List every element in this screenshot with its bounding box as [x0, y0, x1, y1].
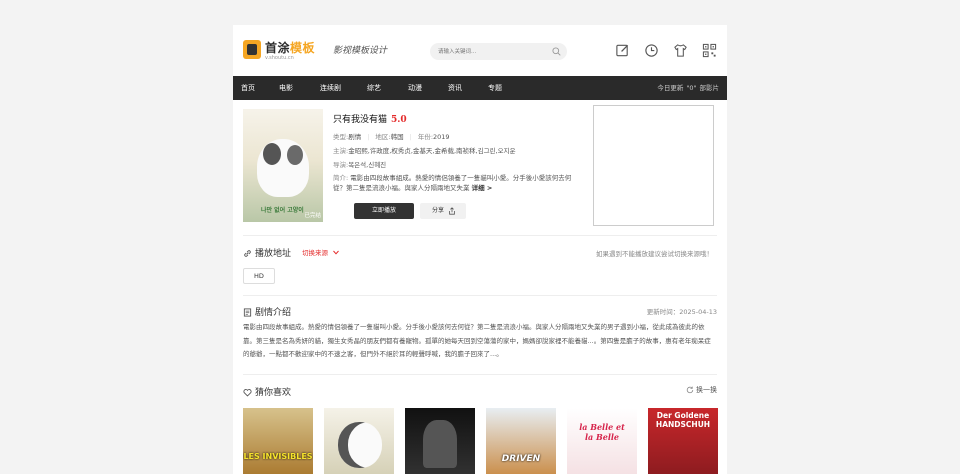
nav-item-movie[interactable]: 电影 [279, 76, 293, 100]
search-icon[interactable] [552, 47, 561, 56]
status-badge: 已完结 [304, 213, 321, 219]
synopsis-title: 剧情介绍 [243, 305, 291, 318]
today-update: 今日更新 "0" 部影片 [657, 84, 719, 92]
logo-slogan: 影视模板设计 [333, 46, 388, 56]
share-icon [449, 207, 455, 215]
logo[interactable]: 首涂模板 v.shoutu.cn 影视模板设计 [243, 39, 387, 63]
playlist-title: 播放地址 [243, 246, 291, 259]
divider [243, 295, 717, 296]
page: 首涂模板 v.shoutu.cn 影视模板设计 首页 电影 连续剧 综艺 动漫 … [233, 25, 727, 474]
recommend-item-5[interactable]: la Belle et la Belle [567, 408, 637, 474]
meta-director-links[interactable]: 복은석,신혜진 [348, 161, 386, 169]
movie-title: 只有我没有猫 [333, 115, 388, 125]
meta-year-link[interactable]: 2019 [433, 133, 450, 141]
recommend-item-label: DRIVEN [501, 454, 541, 464]
recommend-figure-art [423, 420, 457, 468]
recommend-item-6[interactable]: Der Goldene HANDSCHUH [648, 408, 718, 474]
logo-mark-icon [243, 40, 261, 59]
recommend-item-4[interactable]: DRIVEN [486, 408, 556, 474]
refresh-icon [686, 386, 694, 394]
qrcode-icon[interactable] [702, 43, 717, 58]
edit-icon[interactable] [615, 43, 630, 58]
history-clock-icon[interactable] [644, 43, 659, 58]
meta-cast-links[interactable]: 金昭熙,许政度,权秀贞,金基天,金希载,南祯秝,김그린,오지운 [348, 147, 515, 155]
recommend-item-label: LES INVISIBLES [243, 452, 313, 461]
meta-director: 导演:복은석,신혜진 [333, 161, 387, 169]
recommend-item-1[interactable]: LES INVISIBLES [243, 408, 313, 474]
meta-cast: 主演:金昭熙,许政度,权秀贞,金基天,金希载,南祯秝,김그린,오지운 [333, 147, 516, 155]
recommend-item-3[interactable] [405, 408, 475, 474]
nav-item-anime[interactable]: 动漫 [408, 76, 422, 100]
ad-box [593, 105, 714, 226]
recommend-item-label: Der Goldene HANDSCHUH [655, 411, 711, 429]
meta-type-link[interactable]: 剧情 [348, 133, 361, 141]
nav-item-news[interactable]: 资讯 [448, 76, 462, 100]
main-nav: 首页 电影 连续剧 综艺 动漫 资讯 专题 今日更新 "0" 部影片 [233, 76, 727, 100]
switch-source-dropdown[interactable]: 切换来源 [302, 247, 339, 257]
refresh-button[interactable]: 换一换 [686, 385, 717, 395]
meta-region-link[interactable]: 韩国 [391, 133, 404, 141]
nav-item-series[interactable]: 连续剧 [320, 76, 341, 100]
intro-more-link[interactable]: 详细 > [472, 184, 493, 192]
recommend-cat-art [338, 422, 382, 468]
document-icon [243, 308, 252, 317]
tshirt-icon[interactable] [673, 43, 688, 58]
divider [243, 374, 717, 375]
logo-name: 首涂模板 [265, 41, 316, 55]
poster-title: 나만 없어 고양이 [261, 207, 304, 214]
meta-intro: 简介: 電影由四段故事組成。熱愛的情侶領養了一隻貓叫小愛。分手後小愛該何去何從？… [333, 174, 572, 192]
search-input[interactable] [430, 43, 548, 60]
recommend-title: 猜你喜欢 [243, 385, 291, 398]
logo-url: v.shoutu.cn [265, 55, 294, 61]
header: 首涂模板 v.shoutu.cn 影视模板设计 [233, 25, 727, 75]
search-box [430, 43, 567, 60]
meta-basic: 类型:剧情 | 地区:韩国 | 年份:2019 [333, 133, 450, 141]
play-now-button[interactable]: 立即播放 [354, 203, 414, 219]
nav-item-home[interactable]: 首页 [241, 76, 255, 100]
heart-icon [243, 389, 252, 397]
episode-hd-button[interactable]: HD [243, 268, 275, 284]
link-icon [244, 250, 251, 257]
recommend-item-label: la Belle et la Belle [579, 422, 625, 442]
playlist-tip: 如果遇到不能播放建议尝试切换来源哦！ [596, 250, 713, 258]
divider [243, 235, 717, 236]
synopsis-text: 電影由四段故事組成。熱愛的情侶領養了一隻貓叫小愛。分手後小愛該何去何從？第二隻是… [243, 323, 711, 358]
recommend-item-2[interactable] [324, 408, 394, 474]
chevron-down-icon [333, 250, 339, 255]
nav-item-topic[interactable]: 专题 [488, 76, 502, 100]
poster-cat-art [257, 139, 309, 197]
share-button[interactable]: 分享 [420, 203, 466, 219]
nav-item-variety[interactable]: 综艺 [367, 76, 381, 100]
update-time: 更新时间：2025-04-13 [646, 308, 717, 316]
movie-poster[interactable]: 나만 없어 고양이 已完结 [243, 109, 323, 222]
movie-title-row: 只有我没有猫 5.0 [333, 112, 407, 125]
movie-rating: 5.0 [391, 115, 407, 125]
